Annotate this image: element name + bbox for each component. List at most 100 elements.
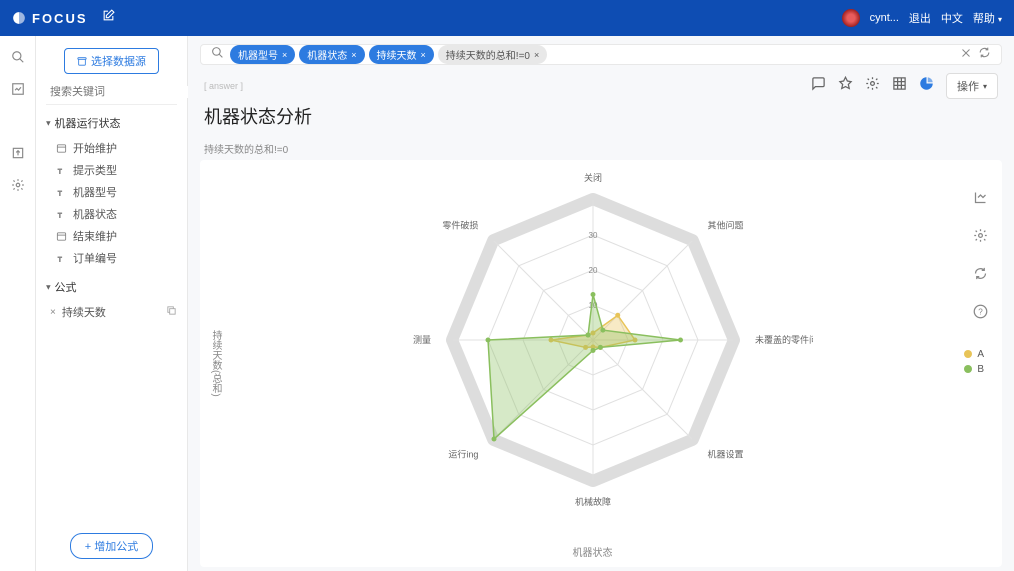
svg-text:测量: 测量 <box>412 335 430 345</box>
legend-dot <box>964 365 972 373</box>
rail-question-icon[interactable]: ? <box>11 114 25 128</box>
pill-remove-icon[interactable]: × <box>421 50 426 60</box>
svg-text:机器设置: 机器设置 <box>707 449 743 460</box>
formula-remove-icon[interactable]: × <box>50 307 56 318</box>
legend: AB <box>964 349 984 379</box>
field-type-icon: T <box>56 165 67 176</box>
breadcrumb: [ answer ] <box>204 81 243 91</box>
avatar[interactable] <box>842 9 860 27</box>
legend-dot <box>964 350 972 358</box>
field-label: 机器型号 <box>73 184 117 200</box>
report-title: 机器状态分析 <box>188 103 1014 137</box>
chart-refresh-icon[interactable] <box>973 266 988 286</box>
formula-item[interactable]: × 持续天数 <box>46 301 177 323</box>
svg-text:T: T <box>58 190 62 197</box>
pill-label: 机器型号 <box>238 47 278 62</box>
pill-remove-icon[interactable]: × <box>351 50 356 60</box>
chart-area: 持续天数(总和) 102030关闭其他问题未覆盖的零件问题机器设置机械故障运行i… <box>200 160 1002 567</box>
svg-text:?: ? <box>15 117 21 127</box>
svg-text:其他问题: 其他问题 <box>707 219 743 230</box>
chart-settings-icon[interactable] <box>973 228 988 248</box>
svg-text:T: T <box>58 212 62 219</box>
app-header: FOCUS cynt... 退出 中文 帮助 ▾ <box>0 0 1014 36</box>
x-axis-label: 机器状态 <box>573 540 613 567</box>
svg-text:零件破损: 零件破损 <box>442 219 478 230</box>
field-label: 订单编号 <box>73 250 117 266</box>
filter-note: 持续天数的总和!=0 <box>188 137 1014 160</box>
pin-icon[interactable] <box>838 76 853 96</box>
pill-label: 持续天数 <box>377 47 417 62</box>
chart-type-icon[interactable] <box>919 76 934 96</box>
sidebar-search[interactable] <box>46 86 177 105</box>
pill-label: 持续天数的总和!=0 <box>446 47 530 62</box>
field-type-icon <box>56 143 67 154</box>
username[interactable]: cynt... <box>870 12 899 24</box>
y-axis-label: 持续天数(总和) <box>200 330 227 397</box>
left-icon-rail: ? <box>0 36 36 571</box>
config-icon[interactable] <box>865 76 880 96</box>
formula-label: 持续天数 <box>62 304 106 320</box>
radar-chart: 102030关闭其他问题未覆盖的零件问题机器设置机械故障运行ing测量零件破损 <box>373 160 813 540</box>
rail-chart-icon[interactable] <box>11 82 25 96</box>
query-pill[interactable]: 持续天数 × <box>369 45 434 64</box>
field-item[interactable]: T提示类型 <box>46 159 177 181</box>
legend-item[interactable]: A <box>964 349 984 360</box>
header-user-area: cynt... 退出 中文 帮助 ▾ <box>842 9 1002 27</box>
logo-text: FOCUS <box>32 11 88 26</box>
field-type-icon <box>56 231 67 242</box>
section-title-formula[interactable]: 公式 <box>46 279 177 295</box>
field-item[interactable]: T 机器型号 <box>46 181 177 203</box>
svg-text:30: 30 <box>588 231 597 240</box>
svg-text:?: ? <box>978 308 983 317</box>
sidebar-section-fields: 机器运行状态 开始维护T提示类型T机器型号T机器状态结束维护T订单编号 <box>46 115 177 269</box>
svg-text:T: T <box>58 168 62 175</box>
field-type-icon: T <box>56 253 67 264</box>
field-item[interactable]: T 订单编号 <box>46 247 177 269</box>
sidebar-section-formula: 公式 × 持续天数 <box>46 279 177 323</box>
axis-config-icon[interactable] <box>973 190 988 210</box>
svg-text:机械故障: 机械故障 <box>574 496 610 507</box>
header-edit-icon[interactable] <box>102 9 115 27</box>
query-pill[interactable]: 持续天数的总和!=0 × <box>438 45 547 64</box>
legend-item[interactable]: B <box>964 364 984 375</box>
field-item[interactable]: 开始维护 <box>46 137 177 159</box>
comment-icon[interactable] <box>811 76 826 96</box>
main-content: 机器型号 × 机器状态 × 持续天数 × 持续天数的总和!=0 × [ answer ] 操作… <box>188 36 1014 571</box>
svg-text:未覆盖的零件问题: 未覆盖的零件问题 <box>755 334 813 345</box>
query-search-icon[interactable] <box>211 46 224 64</box>
pill-remove-icon[interactable]: × <box>282 50 287 60</box>
field-label: 结束维护 <box>73 228 117 244</box>
svg-text:T: T <box>58 256 62 263</box>
table-icon[interactable] <box>892 76 907 96</box>
logo-icon <box>12 11 26 25</box>
query-bar: 机器型号 × 机器状态 × 持续天数 × 持续天数的总和!=0 × <box>200 44 1002 65</box>
fields-sidebar: 选择数据源 机器运行状态 开始维护T提示类型T机器型号T机器状态结束维护T订单编… <box>36 36 188 571</box>
select-datasource-button[interactable]: 选择数据源 <box>64 48 159 74</box>
query-refresh-icon[interactable] <box>978 46 991 64</box>
lang-link[interactable]: 中文 <box>941 10 963 26</box>
sidebar-search-input[interactable] <box>50 86 192 98</box>
legend-label: A <box>977 349 984 360</box>
query-clear-icon[interactable] <box>960 46 972 64</box>
legend-label: B <box>977 364 984 375</box>
pill-remove-icon[interactable]: × <box>534 50 539 60</box>
rail-upload-icon[interactable] <box>11 146 25 160</box>
add-formula-button[interactable]: + 增加公式 <box>70 533 153 559</box>
field-label: 机器状态 <box>73 206 117 222</box>
help-link[interactable]: 帮助 ▾ <box>973 10 1002 26</box>
formula-copy-icon[interactable] <box>166 305 177 319</box>
rail-settings-icon[interactable] <box>11 178 25 192</box>
operations-button[interactable]: 操作 ▾ <box>946 73 998 99</box>
rail-search-icon[interactable] <box>11 50 25 64</box>
svg-text:关闭: 关闭 <box>583 172 601 183</box>
svg-text:运行ing: 运行ing <box>448 449 478 460</box>
section-title-running-state[interactable]: 机器运行状态 <box>46 115 177 131</box>
field-item[interactable]: 结束维护 <box>46 225 177 247</box>
app-logo[interactable]: FOCUS <box>12 11 88 26</box>
query-pill[interactable]: 机器状态 × <box>299 45 364 64</box>
logout-link[interactable]: 退出 <box>909 10 931 26</box>
pill-label: 机器状态 <box>307 47 347 62</box>
field-item[interactable]: T 机器状态 <box>46 203 177 225</box>
chart-help-icon[interactable]: ? <box>973 304 988 324</box>
query-pill[interactable]: 机器型号 × <box>230 45 295 64</box>
